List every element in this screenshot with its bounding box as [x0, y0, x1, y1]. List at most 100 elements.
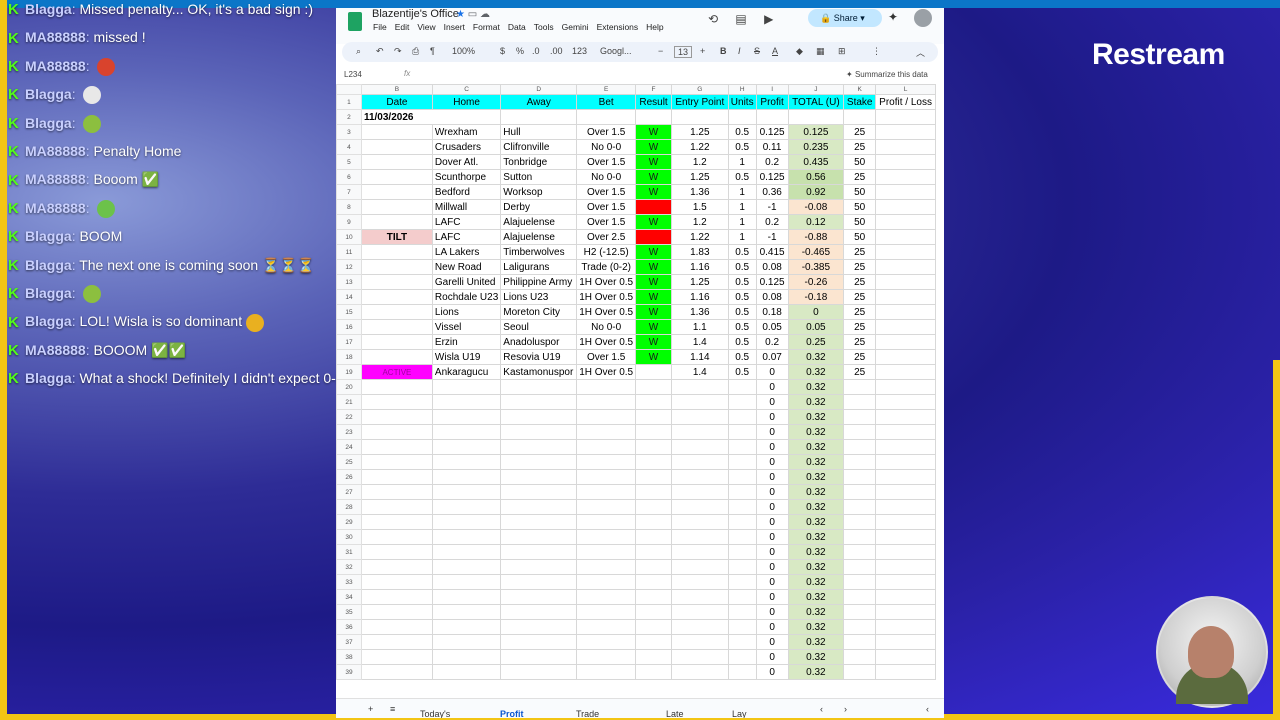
cell[interactable] [500, 109, 578, 125]
cell[interactable] [670, 559, 729, 575]
row-number[interactable]: 19 [336, 364, 362, 380]
cell[interactable] [635, 544, 672, 560]
cell[interactable] [576, 454, 637, 470]
cell[interactable] [360, 394, 433, 410]
bet-cell[interactable]: Over 1.5 [576, 214, 637, 230]
cell[interactable] [875, 544, 936, 560]
column-letter[interactable]: K [843, 84, 877, 95]
cell[interactable] [875, 394, 936, 410]
bet-cell[interactable]: Over 1.5 [576, 184, 637, 200]
cell[interactable] [843, 574, 877, 590]
column-letter[interactable]: B [360, 84, 433, 95]
menu-item-format[interactable]: Format [473, 22, 500, 32]
row-number[interactable]: 4 [336, 139, 362, 155]
avatar[interactable] [914, 9, 932, 27]
profit-loss-cell[interactable] [875, 184, 936, 200]
row-number[interactable]: 26 [336, 469, 362, 485]
total-cell[interactable]: 0.125 [787, 124, 845, 140]
row-number[interactable]: 14 [336, 289, 362, 305]
profit-loss-cell[interactable] [875, 124, 936, 140]
cell[interactable] [670, 649, 729, 665]
profit-loss-cell[interactable] [875, 154, 936, 170]
date-cell[interactable] [360, 259, 433, 275]
cell[interactable] [727, 409, 757, 425]
cell[interactable] [576, 574, 637, 590]
cell[interactable] [727, 499, 757, 515]
cell[interactable] [635, 424, 672, 440]
cell[interactable] [843, 619, 877, 635]
entry-cell[interactable]: 1.22 [670, 139, 729, 155]
profit-cell[interactable]: 0 [755, 499, 789, 515]
home-cell[interactable]: LAFC [431, 214, 502, 230]
cell[interactable] [500, 484, 578, 500]
cell[interactable] [500, 589, 578, 605]
total-cell[interactable]: 0.435 [787, 154, 845, 170]
cell[interactable] [500, 544, 578, 560]
cell[interactable] [360, 439, 433, 455]
away-cell[interactable]: Anadoluspor [500, 334, 578, 350]
cell[interactable] [576, 379, 637, 395]
cell[interactable] [431, 514, 502, 530]
bet-cell[interactable]: No 0-0 [576, 319, 637, 335]
row-number[interactable]: 28 [336, 499, 362, 515]
stake-cell[interactable]: 25 [843, 259, 877, 275]
cell[interactable] [360, 379, 433, 395]
increase-size-icon[interactable]: + [700, 46, 705, 56]
bet-cell[interactable]: No 0-0 [576, 169, 637, 185]
cell[interactable] [875, 469, 936, 485]
result-cell[interactable]: W [635, 349, 672, 365]
cell[interactable] [727, 394, 757, 410]
total-cell[interactable]: 0.32 [787, 634, 845, 650]
row-number[interactable]: 3 [336, 124, 362, 140]
row-number[interactable]: 37 [336, 634, 362, 650]
profit-cell[interactable]: 0.07 [755, 349, 789, 365]
away-cell[interactable]: Seoul [500, 319, 578, 335]
cell[interactable] [576, 499, 637, 515]
away-cell[interactable]: Alajuelense [500, 214, 578, 230]
cell[interactable] [875, 499, 936, 515]
date-cell[interactable]: 11/03/2026 [360, 109, 502, 125]
cell[interactable] [360, 529, 433, 545]
stake-cell[interactable]: 50 [843, 154, 877, 170]
away-cell[interactable]: Hull [500, 124, 578, 140]
profit-cell[interactable]: 0 [755, 469, 789, 485]
date-cell[interactable] [360, 184, 433, 200]
cell[interactable] [635, 379, 672, 395]
menu-item-edit[interactable]: Edit [395, 22, 410, 32]
cell[interactable] [875, 649, 936, 665]
cell[interactable] [727, 109, 757, 125]
cell[interactable] [360, 409, 433, 425]
merge-icon[interactable]: ⊞ [838, 46, 846, 57]
profit-cell[interactable]: 0 [755, 439, 789, 455]
cell[interactable] [576, 529, 637, 545]
history-icon[interactable]: ⟲ [708, 12, 718, 26]
result-cell[interactable]: L [635, 229, 672, 245]
away-cell[interactable]: Tonbridge [500, 154, 578, 170]
profit-cell[interactable]: 0.125 [755, 124, 789, 140]
cell[interactable] [635, 484, 672, 500]
home-cell[interactable]: Crusaders [431, 139, 502, 155]
date-cell[interactable] [360, 154, 433, 170]
units-cell[interactable]: 1 [727, 214, 757, 230]
home-cell[interactable]: Millwall [431, 199, 502, 215]
bet-cell[interactable]: Over 2.5 [576, 229, 637, 245]
profit-cell[interactable]: 0.125 [755, 169, 789, 185]
cell[interactable] [360, 664, 433, 680]
units-cell[interactable]: 0.5 [727, 334, 757, 350]
profit-loss-cell[interactable] [875, 289, 936, 305]
cell[interactable] [635, 664, 672, 680]
total-cell[interactable]: -0.385 [787, 259, 845, 275]
bet-cell[interactable]: 1H Over 0.5 [576, 304, 637, 320]
away-cell[interactable]: Timberwolves [500, 244, 578, 260]
cell[interactable] [431, 589, 502, 605]
cell[interactable] [635, 109, 672, 125]
cell[interactable] [670, 664, 729, 680]
row-number[interactable]: 39 [336, 664, 362, 680]
cell[interactable] [431, 424, 502, 440]
cell[interactable] [635, 649, 672, 665]
row-number[interactable]: 30 [336, 529, 362, 545]
cell[interactable] [635, 469, 672, 485]
result-cell[interactable]: W [635, 304, 672, 320]
cell[interactable] [576, 469, 637, 485]
column-header[interactable]: Bet [576, 94, 637, 110]
